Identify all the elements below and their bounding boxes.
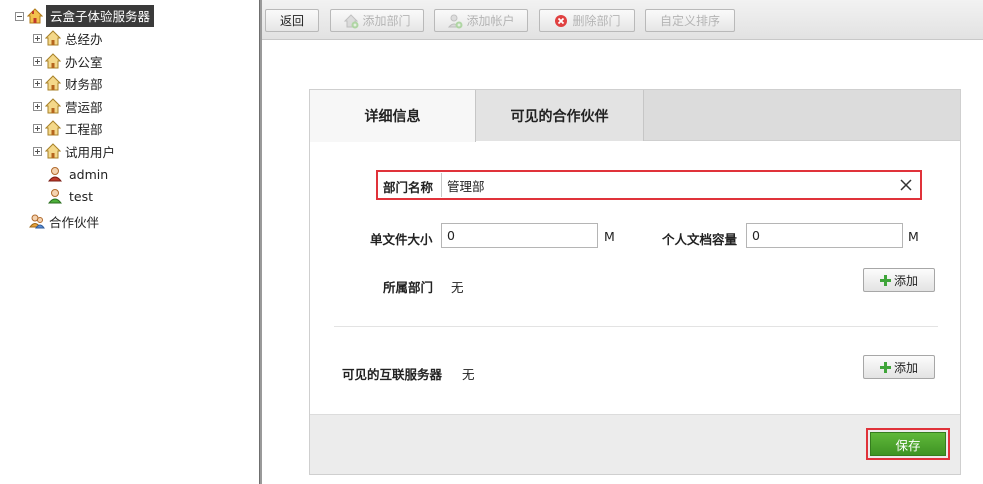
add-account-button[interactable]: 添加帐户 <box>434 9 528 32</box>
parent-department-value: 无 <box>451 280 464 295</box>
personal-quota-input[interactable] <box>746 223 903 248</box>
add-parent-department-button[interactable]: 添加 <box>863 268 935 292</box>
single-file-size-unit: M <box>604 229 615 244</box>
visible-servers-label: 可见的互联服务器 <box>342 367 443 382</box>
department-detail-panel: 详细信息 可见的合作伙伴 部门名称 单文件大小 M 个人文档容量 M 所属部门 … <box>309 89 961 475</box>
department-house-icon <box>45 120 61 136</box>
save-highlight: 保存 <box>866 428 950 460</box>
admin-user-icon <box>47 166 63 182</box>
main-content: 返回 添加部门 添加帐户 删除部门 自定义排序 详细信息 可见的合作伙伴 部门名… <box>262 0 983 484</box>
expand-icon[interactable] <box>33 123 42 133</box>
add-account-label: 添加帐户 <box>466 14 515 28</box>
plus-icon <box>879 361 891 373</box>
tree-partners-label: 合作伙伴 <box>49 214 100 230</box>
department-house-icon <box>45 30 61 46</box>
plus-icon <box>879 274 891 286</box>
collapse-icon[interactable] <box>15 11 24 21</box>
expand-icon[interactable] <box>33 146 42 156</box>
save-button[interactable]: 保存 <box>870 432 946 456</box>
tree-dept-label: 试用用户 <box>65 144 116 160</box>
user-icon <box>47 188 63 204</box>
delete-department-button[interactable]: 删除部门 <box>539 9 635 32</box>
tree-dept-caiwubu[interactable]: 财务部 <box>33 73 103 93</box>
expand-icon[interactable] <box>33 78 42 88</box>
add-button-label: 添加 <box>893 360 918 375</box>
delete-icon <box>555 14 568 27</box>
tree-user-admin[interactable]: admin <box>47 164 108 184</box>
department-house-icon <box>45 143 61 159</box>
clear-icon[interactable] <box>899 178 913 192</box>
personal-quota-unit: M <box>908 229 919 244</box>
add-button-label: 添加 <box>893 273 918 288</box>
add-department-icon <box>344 13 359 28</box>
tree-user-test[interactable]: test <box>47 186 93 206</box>
add-department-label: 添加部门 <box>362 14 411 28</box>
tree-user-label: admin <box>69 166 109 182</box>
tab-bar: 详细信息 可见的合作伙伴 <box>310 90 960 142</box>
department-name-label: 部门名称 <box>383 180 434 195</box>
department-house-icon <box>45 53 61 69</box>
personal-quota-label: 个人文档容量 <box>662 232 738 247</box>
custom-sort-label: 自定义排序 <box>659 14 720 28</box>
department-tree: 云盒子体验服务器 总经办 办公室 财务部 营运部 工程部 试用用户 admin … <box>0 0 262 484</box>
tree-dept-yingyunbu[interactable]: 营运部 <box>33 96 103 116</box>
toolbar: 返回 添加部门 添加帐户 删除部门 自定义排序 <box>262 0 983 40</box>
tree-root[interactable]: 云盒子体验服务器 <box>15 5 155 27</box>
add-account-icon <box>448 14 463 28</box>
back-button-label: 返回 <box>279 14 304 28</box>
panel-footer: 保存 <box>310 414 960 474</box>
single-file-size-input[interactable] <box>441 223 598 248</box>
tab-visible-partners[interactable]: 可见的合作伙伴 <box>476 90 644 141</box>
add-department-button[interactable]: 添加部门 <box>330 9 424 32</box>
tree-user-label: test <box>69 188 94 204</box>
department-house-icon <box>45 98 61 114</box>
server-home-icon <box>27 8 43 24</box>
expand-icon[interactable] <box>33 56 42 66</box>
tab-visible-partners-label: 可见的合作伙伴 <box>510 108 609 125</box>
save-button-label: 保存 <box>895 437 921 453</box>
expand-icon[interactable] <box>33 33 42 43</box>
tree-dept-zongjingban[interactable]: 总经办 <box>33 28 103 48</box>
department-name-input[interactable] <box>441 173 887 197</box>
tree-dept-label: 总经办 <box>65 31 103 47</box>
tree-dept-label: 营运部 <box>65 99 103 115</box>
partners-icon <box>29 213 45 229</box>
delete-department-label: 删除部门 <box>572 14 621 28</box>
section-divider <box>334 326 938 327</box>
back-button[interactable]: 返回 <box>265 9 319 32</box>
tab-details[interactable]: 详细信息 <box>310 90 476 142</box>
tab-details-label: 详细信息 <box>364 109 421 125</box>
visible-servers-value: 无 <box>462 367 475 382</box>
tree-dept-label: 财务部 <box>65 76 103 92</box>
custom-sort-button[interactable]: 自定义排序 <box>645 9 735 32</box>
tree-root-label: 云盒子体验服务器 <box>46 5 155 27</box>
tree-partners[interactable]: 合作伙伴 <box>29 211 99 231</box>
tree-dept-label: 工程部 <box>65 121 103 137</box>
single-file-size-label: 单文件大小 <box>370 232 433 247</box>
tree-dept-gongchengbu[interactable]: 工程部 <box>33 118 103 138</box>
tree-dept-bangongshi[interactable]: 办公室 <box>33 51 103 71</box>
department-house-icon <box>45 75 61 91</box>
tree-dept-trial-users[interactable]: 试用用户 <box>33 141 115 161</box>
tree-dept-label: 办公室 <box>65 54 103 70</box>
add-visible-server-button[interactable]: 添加 <box>863 355 935 379</box>
expand-icon[interactable] <box>33 101 42 111</box>
parent-department-label: 所属部门 <box>383 280 434 295</box>
